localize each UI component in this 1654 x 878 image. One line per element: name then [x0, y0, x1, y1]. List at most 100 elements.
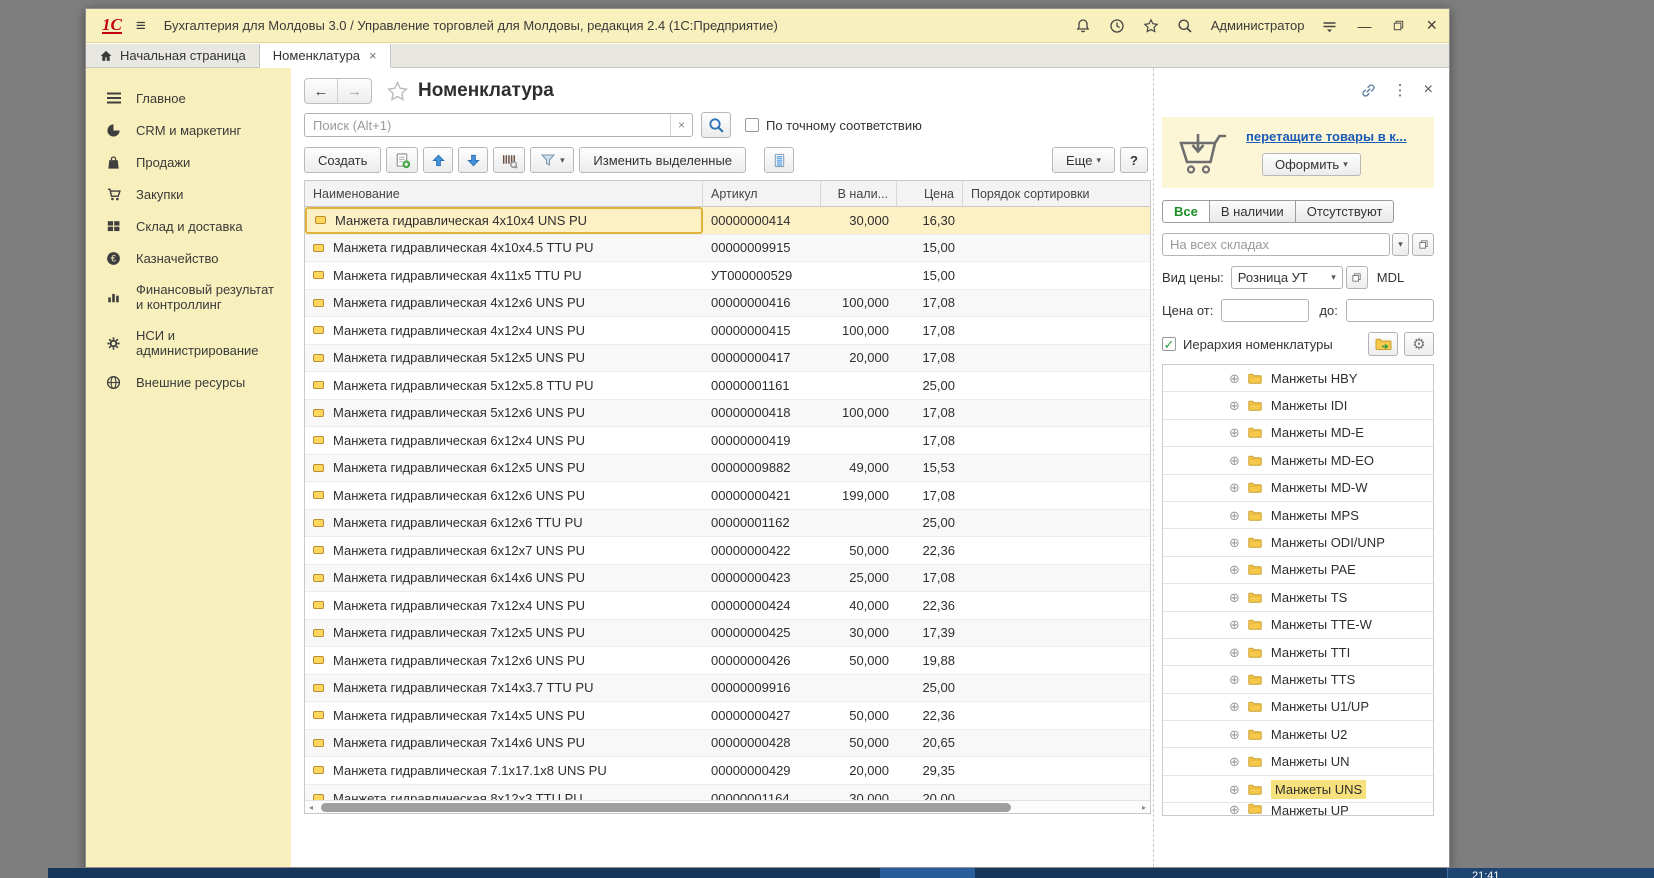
warehouse-choose-icon[interactable] [1412, 233, 1434, 256]
price-type-choose-icon[interactable] [1346, 266, 1368, 289]
report-list-button[interactable] [764, 147, 794, 173]
expand-icon[interactable]: ⊕ [1229, 563, 1240, 576]
tree-item[interactable]: ⊕Манжеты U2 [1163, 721, 1433, 748]
get-link-icon[interactable] [1360, 82, 1377, 99]
current-user[interactable]: Администратор [1211, 18, 1305, 33]
stock-filter-option-0[interactable]: Все [1162, 200, 1210, 223]
move-up-button[interactable] [423, 147, 453, 173]
search-button[interactable] [701, 112, 731, 138]
table-row[interactable]: Манжета гидравлическая 4x10x4.5 TTU PU00… [305, 235, 1150, 263]
sidebar-item-nsi[interactable]: НСИ и администрирование [86, 320, 291, 366]
history-icon[interactable] [1109, 17, 1126, 34]
drag-items-link[interactable]: перетащите товары в к... [1246, 129, 1407, 144]
table-row[interactable]: Манжета гидравлическая 5x12x5.8 TTU PU00… [305, 372, 1150, 400]
expand-icon[interactable]: ⊕ [1229, 426, 1240, 439]
column-header-name[interactable]: Наименование [305, 181, 703, 206]
barcode-scan-button[interactable] [493, 147, 525, 173]
more-actions-icon[interactable]: ⋮ [1393, 81, 1408, 99]
expand-icon[interactable]: ⊕ [1229, 673, 1240, 686]
notifications-bell-icon[interactable] [1075, 17, 1092, 34]
search-input[interactable] [305, 114, 670, 136]
horizontal-scrollbar[interactable]: ◂ ▸ [305, 800, 1150, 813]
table-row[interactable]: Манжета гидравлическая 7x12x6 UNS PU0000… [305, 647, 1150, 675]
column-header-sku[interactable]: Артикул [703, 181, 821, 206]
expand-icon[interactable]: ⊕ [1229, 646, 1240, 659]
filter-button[interactable]: ▾ [530, 147, 574, 173]
tree-item[interactable]: ⊕Манжеты U1/UP [1163, 694, 1433, 721]
create-group-button[interactable] [386, 147, 418, 173]
price-type-combobox[interactable]: Розница УТ ▾ [1231, 266, 1343, 289]
table-row[interactable]: Манжета гидравлическая 7x12x5 UNS PU0000… [305, 620, 1150, 648]
settings-gear-icon[interactable]: ⚙ [1404, 332, 1434, 356]
sidebar-item-sklad[interactable]: Склад и доставка [86, 210, 291, 242]
tree-item[interactable]: ⊕Манжеты MD-W [1163, 475, 1433, 502]
price-from-input[interactable] [1221, 299, 1309, 322]
cart-dropzone[interactable]: перетащите товары в к... Оформить▾ [1162, 117, 1434, 188]
tree-item[interactable]: ⊕Манжеты ODI/UNP [1163, 529, 1433, 556]
sidebar-item-zakupki[interactable]: Закупки [86, 178, 291, 210]
column-header-qty[interactable]: В нали... [821, 181, 897, 206]
tree-item[interactable]: ⊕Манжеты PAE [1163, 557, 1433, 584]
expand-icon[interactable]: ⊕ [1229, 399, 1240, 412]
create-button[interactable]: Создать [304, 147, 381, 173]
table-row[interactable]: Манжета гидравлическая 6x12x4 UNS PU0000… [305, 427, 1150, 455]
table-row[interactable]: Манжета гидравлическая 6x12x6 TTU PU0000… [305, 510, 1150, 538]
tree-item[interactable]: ⊕Манжеты TTI [1163, 639, 1433, 666]
minimize-button[interactable]: — [1355, 18, 1373, 34]
tab-home-page[interactable]: Начальная страница [86, 44, 260, 67]
table-row[interactable]: Манжета гидравлическая 5x12x6 UNS PU0000… [305, 400, 1150, 428]
checkout-button[interactable]: Оформить▾ [1262, 153, 1361, 176]
hierarchy-checkbox[interactable] [1162, 337, 1176, 351]
sidebar-item-finrezultat[interactable]: Финансовый результат и контроллинг [86, 274, 291, 320]
forward-button[interactable]: → [338, 79, 371, 103]
expand-icon[interactable]: ⊕ [1229, 454, 1240, 467]
stock-filter-option-2[interactable]: Отсутствуют [1295, 200, 1395, 223]
tab-close-icon[interactable]: × [369, 48, 377, 63]
favorites-star-icon[interactable] [1143, 17, 1160, 34]
sidebar-item-kaznacheystvo[interactable]: €Казначейство [86, 242, 291, 274]
expand-icon[interactable]: ⊕ [1229, 509, 1240, 522]
table-row[interactable]: Манжета гидравлическая 7.1x17.1x8 UNS PU… [305, 757, 1150, 785]
help-button[interactable]: ? [1120, 147, 1148, 173]
table-row[interactable]: Манжета гидравлическая 7x14x5 UNS PU0000… [305, 702, 1150, 730]
table-row[interactable]: Манжета гидравлическая 4x12x4 UNS PU0000… [305, 317, 1150, 345]
restore-button[interactable] [1390, 17, 1407, 34]
tree-item[interactable]: ⊕Манжеты UN [1163, 748, 1433, 775]
sidebar-item-vneshnie[interactable]: Внешние ресурсы [86, 366, 291, 398]
table-row[interactable]: Манжета гидравлическая 6x12x6 UNS PU0000… [305, 482, 1150, 510]
expand-icon[interactable]: ⊕ [1229, 372, 1240, 385]
search-icon[interactable] [1177, 17, 1194, 34]
sidebar-item-prodazhi[interactable]: Продажи [86, 146, 291, 178]
table-row[interactable]: Манжета гидравлическая 4x12x6 UNS PU0000… [305, 290, 1150, 318]
tree-item[interactable]: ⊕Манжеты UP [1163, 803, 1433, 816]
close-button[interactable]: × [1424, 15, 1439, 36]
tree-item[interactable]: ⊕Манжеты TTE-W [1163, 612, 1433, 639]
tree-item[interactable]: ⊕Манжеты TTS [1163, 666, 1433, 693]
exact-match-checkbox[interactable] [745, 118, 759, 132]
table-row[interactable]: Манжета гидравлическая 4x10x4 UNS PU0000… [305, 207, 1150, 235]
search-clear-icon[interactable]: × [670, 114, 692, 136]
tree-item[interactable]: ⊕Манжеты MD-EO [1163, 447, 1433, 474]
column-header-sort-order[interactable]: Порядок сортировки [963, 181, 1150, 206]
tree-item[interactable]: ⊕Манжеты UNS [1163, 776, 1433, 803]
table-row[interactable]: Манжета гидравлическая 6x12x7 UNS PU0000… [305, 537, 1150, 565]
table-row[interactable]: Манжета гидравлическая 5x12x5 UNS PU0000… [305, 345, 1150, 373]
table-row[interactable]: Манжета гидравлическая 7x14x3.7 TTU PU00… [305, 675, 1150, 703]
tree-item[interactable]: ⊕Манжеты TS [1163, 584, 1433, 611]
add-to-favorites-star-icon[interactable] [386, 80, 409, 103]
tree-item[interactable]: ⊕Манжеты MPS [1163, 502, 1433, 529]
more-button[interactable]: Еще▾ [1052, 147, 1115, 173]
taskbar-active-app[interactable] [880, 868, 975, 878]
move-down-button[interactable] [458, 147, 488, 173]
expand-icon[interactable]: ⊕ [1229, 481, 1240, 494]
expand-icon[interactable]: ⊕ [1229, 783, 1240, 796]
back-button[interactable]: ← [305, 79, 338, 103]
table-row[interactable]: Манжета гидравлическая 7x14x6 UNS PU0000… [305, 730, 1150, 758]
service-menu-icon[interactable] [1321, 17, 1338, 34]
taskbar-tray[interactable]: 21:41 [1447, 868, 1654, 878]
open-folder-button[interactable] [1368, 332, 1398, 356]
tab-nomenclature[interactable]: Номенклатура × [260, 44, 391, 68]
table-row[interactable]: Манжета гидравлическая 6x14x6 UNS PU0000… [305, 565, 1150, 593]
table-row[interactable]: Манжета гидравлическая 4x11x5 TTU PUУТ00… [305, 262, 1150, 290]
tree-item[interactable]: ⊕Манжеты IDI [1163, 392, 1433, 419]
